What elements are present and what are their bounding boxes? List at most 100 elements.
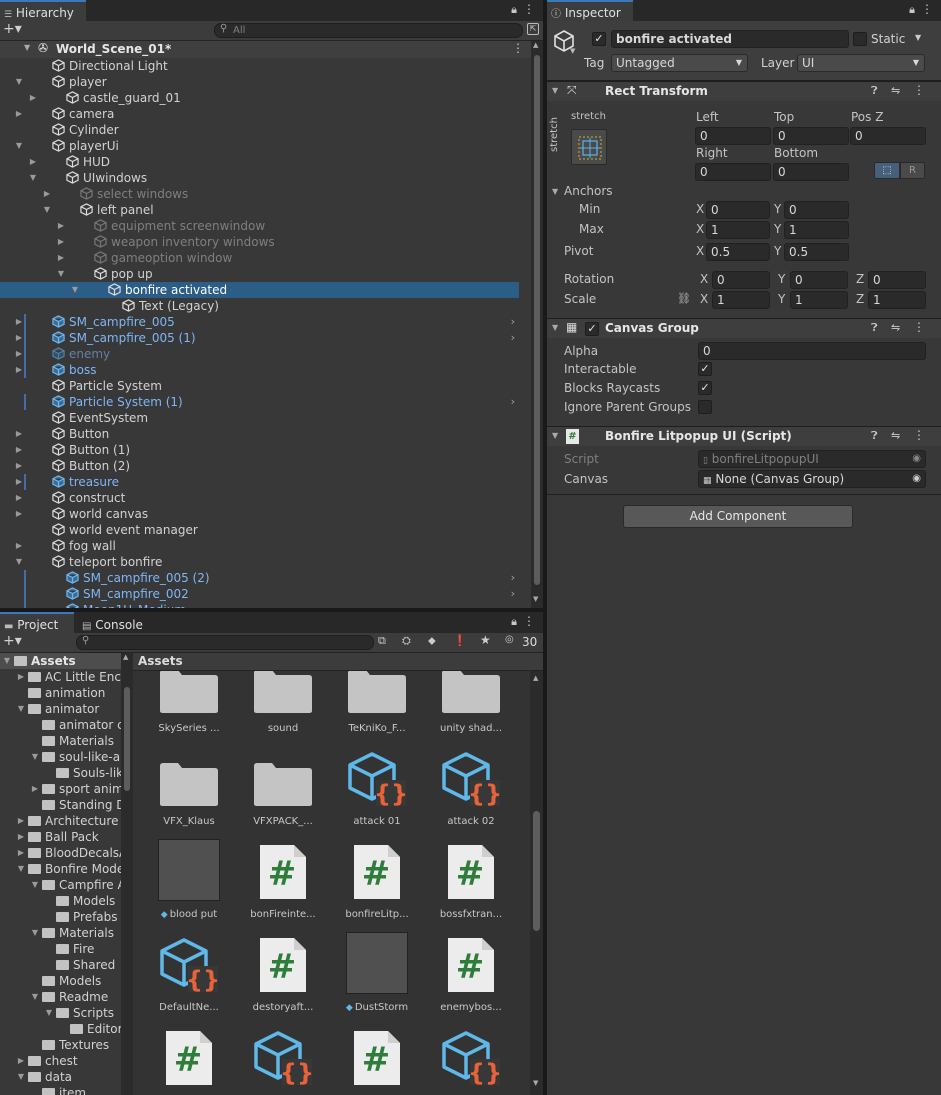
more-icon[interactable]: ⋮ [523,614,535,628]
help-icon[interactable]: ❓︎ [871,84,878,98]
ignore-parent-checkbox[interactable] [698,400,712,414]
folder-tree-item[interactable]: ▼ Readme [0,989,121,1005]
active-checkbox[interactable]: ✓ [592,32,606,46]
raw-edit-button[interactable]: R [900,162,925,179]
rect-transform-header[interactable]: ▼ ⤧ Rect Transform ❓︎ ⇋ ⋮ [547,81,941,101]
rotation-z-field[interactable]: 0 [868,271,926,289]
collapsed-arrow-icon[interactable]: ▶ [56,234,66,250]
blocks-raycasts-checkbox[interactable]: ✓ [698,381,712,395]
folder-tree-item[interactable]: ▼ Assets [0,653,121,669]
hierarchy-row[interactable]: ▼ bonfire activated [0,282,519,298]
asset-tile[interactable]: ◆ blood put [143,835,235,920]
filter-label-icon[interactable]: ⬥ [428,634,436,648]
collapsed-arrow-icon[interactable]: ▶ [14,362,24,378]
hierarchy-row[interactable]: ▼ pop up [0,266,519,282]
expanded-arrow-icon[interactable]: ▼ [14,74,24,90]
collapsed-arrow-icon[interactable]: ▶ [56,250,66,266]
expanded-arrow-icon[interactable]: ▼ [70,282,80,298]
asset-tile[interactable]: unity shad... [425,671,517,734]
hierarchy-row[interactable]: ▶ select windows [0,186,519,202]
expanded-arrow-icon[interactable]: ▼ [2,653,12,669]
create-plus-icon[interactable]: +▾ [3,21,22,37]
interactable-checkbox[interactable]: ✓ [698,362,712,376]
collapsed-arrow-icon[interactable]: ▶ [14,474,24,490]
blueprint-mode-button[interactable]: ⬚ [874,162,900,179]
component-menu-icon[interactable]: ⋮ [913,83,925,97]
canvas-group-header[interactable]: ▼ ▦ ✓ Canvas Group ❓︎ ⇋ ⋮ [547,318,941,338]
hierarchy-row[interactable]: world event manager [0,522,519,538]
bottom-field[interactable]: 0 [773,163,849,181]
anchor-presets-button[interactable] [571,129,607,165]
hierarchy-row[interactable]: ▶ gameoption window [0,250,519,266]
hierarchy-row[interactable]: ▶ SM_campfire_005 (1) › [0,330,519,346]
asset-scrollbar[interactable]: ▲ ▼ [530,671,543,1095]
anchors-label[interactable]: Anchors [564,184,613,198]
tab-console[interactable]: ▤ Console [78,612,152,633]
folder-tree-item[interactable]: Standing De [0,797,133,813]
collapsed-arrow-icon[interactable]: ▶ [16,669,26,685]
posz-field[interactable]: 0 [850,127,926,145]
scene-row[interactable]: ▼ ✇ World_Scene_01* ⋮ [0,41,531,58]
expanded-arrow-icon[interactable]: ▼ [16,1069,26,1085]
help-icon[interactable]: ❓︎ [871,321,878,335]
open-prefab-chevron-icon[interactable]: › [511,586,515,602]
folder-tree-item[interactable]: ▼ Campfire Ar [0,877,131,893]
favorite-star-icon[interactable]: ★ [480,633,491,647]
asset-tile[interactable]: VFX_Klaus [143,742,235,827]
object-name-field[interactable]: bonfire activated [611,30,849,48]
open-prefab-chevron-icon[interactable]: › [511,394,515,410]
tree-scroll-thumb[interactable] [124,687,130,791]
asset-tile[interactable]: ◆ DustStorm [331,928,423,1013]
alpha-field[interactable]: 0 [698,342,926,360]
scroll-up-icon[interactable]: ▲ [533,41,538,49]
open-prefab-chevron-icon[interactable]: › [511,330,515,346]
collapsed-arrow-icon[interactable]: ▶ [28,154,38,170]
scroll-down-icon[interactable]: ▼ [533,1079,538,1087]
folder-tree-item[interactable]: ▼ animator [0,701,121,717]
filter-type-icon[interactable]: ⛭ [402,634,411,648]
asset-tile[interactable]: TeKniKo_F... [331,671,423,734]
hierarchy-row[interactable]: ▶ HUD [0,154,519,170]
collapsed-arrow-icon[interactable]: ▶ [14,538,24,554]
more-icon[interactable]: ⋮ [921,2,933,16]
rotation-x-field[interactable]: 0 [712,271,770,289]
component-menu-icon[interactable]: ⋮ [913,428,925,442]
collapsed-arrow-icon[interactable]: ▶ [14,330,24,346]
scroll-up-icon[interactable]: ▲ [123,653,128,661]
help-icon[interactable]: ❓︎ [871,429,878,443]
pivot-y-field[interactable]: 0.5 [784,243,849,261]
collapsed-arrow-icon[interactable]: ▶ [42,186,52,202]
static-checkbox[interactable] [853,32,867,46]
asset-tile[interactable]: VFXPACK_... [237,742,329,827]
expanded-arrow-icon[interactable]: ▼ [16,701,26,717]
max-x-field[interactable]: 1 [706,221,770,239]
hierarchy-row[interactable]: ▶ treasure [0,474,519,490]
asset-tile[interactable]: # [331,1021,423,1095]
scale-y-field[interactable]: 1 [790,291,848,309]
collapsed-arrow-icon[interactable]: ▶ [16,845,26,861]
collapsed-arrow-icon[interactable]: ▶ [14,442,24,458]
folder-tree-item[interactable]: ▶ sport anima [0,781,131,797]
asset-tile[interactable]: # bonfireLitp... [331,835,423,920]
asset-tile[interactable]: {} [237,1021,329,1095]
hierarchy-row[interactable]: ▶ enemy [0,346,519,362]
hierarchy-row[interactable]: EventSystem [0,410,519,426]
min-y-field[interactable]: 0 [784,201,849,219]
hierarchy-row[interactable]: Particle System (1) › [0,394,519,410]
scale-z-field[interactable]: 1 [868,291,926,309]
search-scope-icon[interactable]: ⧉ [378,634,386,648]
open-prefab-chevron-icon[interactable]: › [511,314,515,330]
object-picker-icon[interactable]: ◉ [912,471,921,487]
folder-tree-item[interactable]: ▼ soul-like-ar [0,749,125,765]
folder-tree-item[interactable]: Prefabs [0,909,121,925]
scale-x-field[interactable]: 1 [712,291,770,309]
hierarchy-row[interactable]: ▶ weapon inventory windows [0,234,519,250]
pivot-x-field[interactable]: 0.5 [706,243,770,261]
static-dropdown-icon[interactable]: ▼ [915,33,921,42]
collapsed-arrow-icon[interactable]: ▶ [14,346,24,362]
preset-icon[interactable]: ⇋ [891,84,900,97]
canvas-group-enabled-checkbox[interactable]: ✓ [585,322,599,336]
asset-tile[interactable]: SkySeries ... [143,671,235,734]
filter-warning-icon[interactable]: ❗ [453,634,467,647]
hierarchy-row[interactable]: SM_campfire_002 › [0,586,519,602]
